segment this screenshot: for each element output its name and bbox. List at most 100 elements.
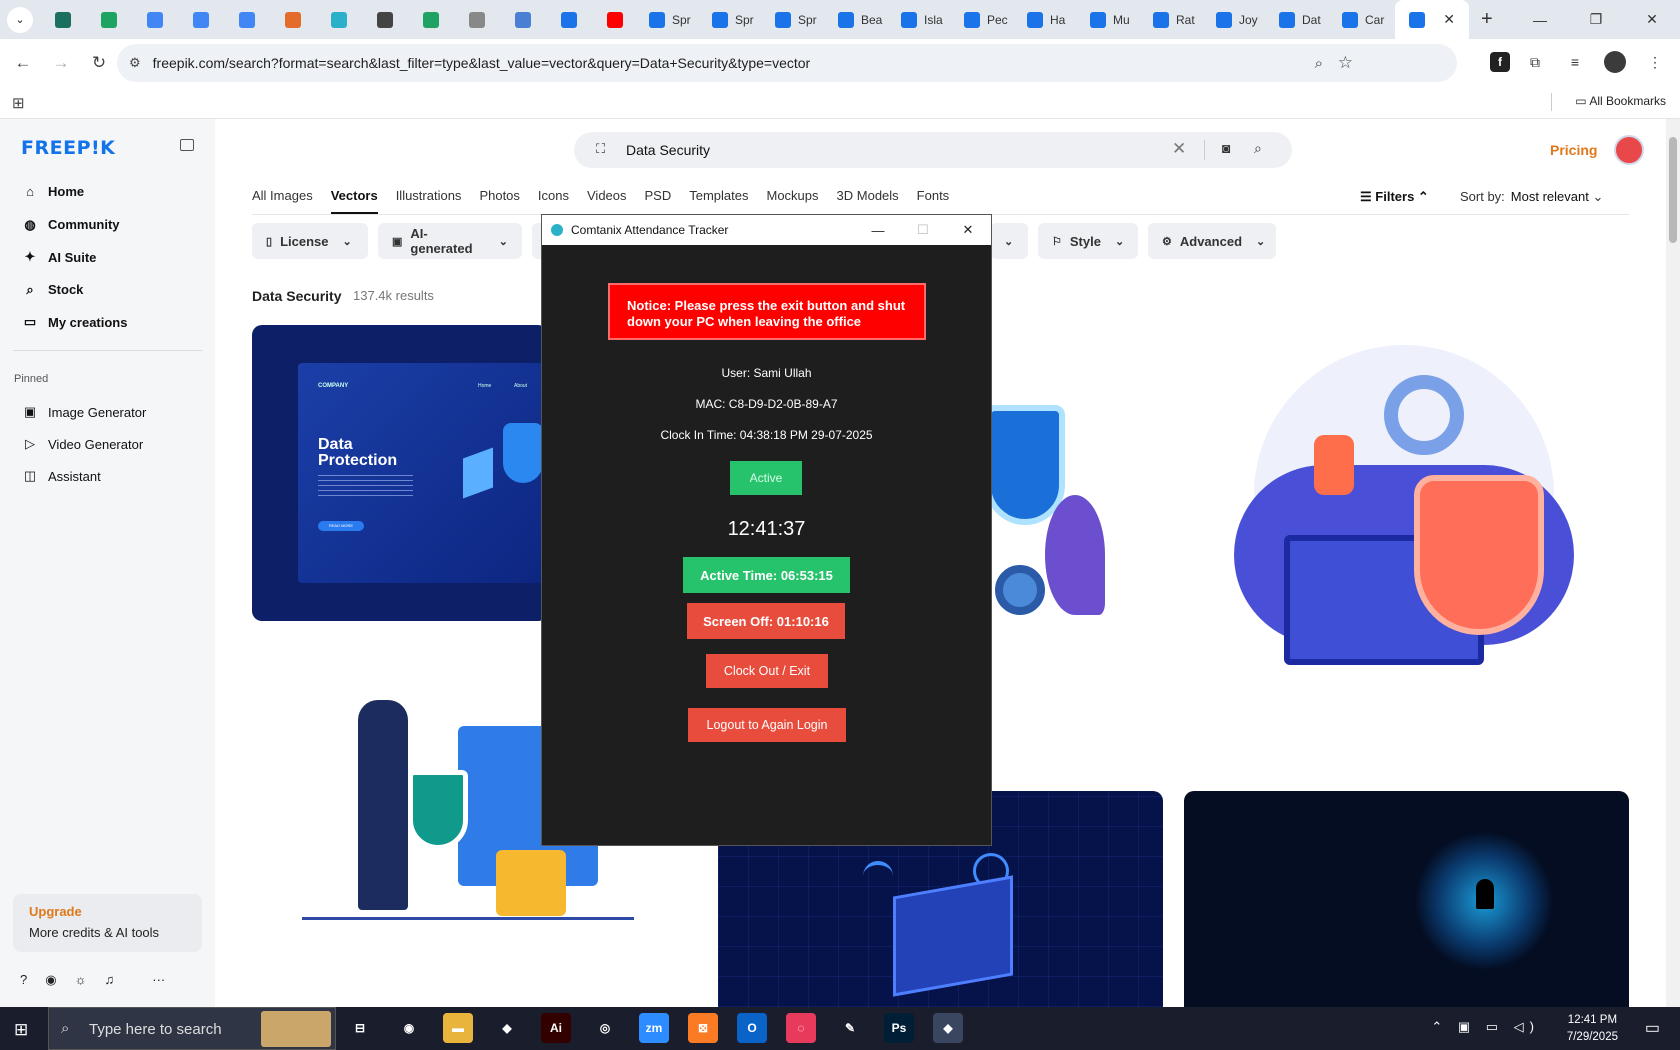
zoom-icon[interactable]: zm [639, 1013, 669, 1043]
theme-icon[interactable]: ☼ [75, 972, 87, 988]
tab-photos[interactable]: Photos [479, 188, 519, 214]
browser-tab[interactable] [593, 0, 639, 39]
logout-button[interactable]: Logout to Again Login [688, 708, 846, 742]
close-window-button[interactable]: ✕ [1624, 0, 1680, 39]
browser-tab[interactable] [41, 0, 87, 39]
address-bar[interactable]: ⚙ freepik.com/search?format=search&last_… [117, 44, 1457, 82]
zoom-icon[interactable]: ⌕ [1315, 55, 1323, 72]
close-tab-icon[interactable]: ✕ [1443, 11, 1455, 28]
restore-button[interactable]: ❐ [1568, 0, 1624, 39]
notification-icon[interactable]: ▭ [1645, 1018, 1660, 1038]
creative-cloud-icon[interactable]: ◌ [786, 1013, 816, 1043]
browser-tab[interactable] [501, 0, 547, 39]
browser-tab[interactable]: Isla [891, 0, 954, 39]
new-tab-button[interactable]: + [1481, 8, 1493, 31]
bookmark-star-icon[interactable]: ☆ [1338, 53, 1353, 73]
dialog-close-button[interactable]: ✕ [945, 215, 991, 245]
bell-icon[interactable]: ♫ [105, 972, 115, 988]
chrome-icon[interactable]: ◎ [590, 1013, 620, 1043]
back-button[interactable]: ← [6, 46, 40, 80]
browser-tab[interactable]: Spr [639, 0, 702, 39]
xampp-icon[interactable]: ⊠ [688, 1013, 718, 1043]
browser-tab[interactable] [317, 0, 363, 39]
dialog-minimize-button[interactable]: — [855, 215, 901, 245]
more-menu-icon[interactable]: ⋮ [1640, 47, 1670, 77]
sort-dropdown[interactable]: Sort by: Most relevant ⌄ [1460, 189, 1603, 205]
browser-tab[interactable]: Spr [765, 0, 828, 39]
browser-tab[interactable] [363, 0, 409, 39]
dialog-maximize-button[interactable]: ☐ [900, 215, 946, 245]
sidebar-item-community[interactable]: ◍ Community [22, 217, 119, 233]
browser-tab[interactable]: Car [1332, 0, 1395, 39]
windows-start-icon[interactable]: ⊞ [14, 1020, 28, 1040]
browser-tab[interactable] [409, 0, 455, 39]
browser-tab[interactable]: Rat [1143, 0, 1206, 39]
browser-tab[interactable]: Joy [1206, 0, 1269, 39]
task-view-icon[interactable]: ⊟ [345, 1013, 375, 1043]
browser-tab[interactable]: Dat [1269, 0, 1332, 39]
hidden-filter-chevron[interactable]: ⌄ [990, 223, 1028, 259]
site-settings-icon[interactable]: ⚙ [129, 55, 141, 71]
minimize-button[interactable]: — [1512, 0, 1568, 39]
ai-search-icon[interactable]: ⛶ [596, 141, 605, 157]
browser-tab[interactable]: Pec [954, 0, 1017, 39]
search-icon[interactable]: ⌕ [1254, 140, 1262, 157]
tab-all-images[interactable]: All Images [252, 188, 313, 214]
firefox-icon[interactable]: ◉ [394, 1013, 424, 1043]
tab-search-button[interactable]: ⌄ [7, 6, 33, 33]
tracker-icon[interactable]: ◆ [933, 1013, 963, 1043]
extensions-icon[interactable]: ⧉ [1520, 47, 1550, 77]
advanced-filter[interactable]: ⚙ Advanced ⌄ [1148, 223, 1276, 259]
camera-search-icon[interactable]: ◙ [1222, 140, 1230, 156]
tab-vectors[interactable]: Vectors [330, 188, 378, 214]
pen-icon[interactable]: ✎ [835, 1013, 865, 1043]
freepik-logo[interactable]: FREEP!K [21, 137, 115, 159]
scrollbar-thumb[interactable] [1669, 137, 1677, 243]
collapse-sidebar-icon[interactable] [180, 139, 194, 151]
more-icon[interactable]: ··· [152, 972, 165, 988]
profile-avatar[interactable] [1600, 47, 1630, 77]
sidebar-item-stock[interactable]: ⌕ Stock [22, 282, 83, 298]
sidebar-item-video-generator[interactable]: ▷ Video Generator [22, 436, 143, 452]
tab-icons[interactable]: Icons [538, 188, 569, 214]
browser-tab[interactable]: Bea [828, 0, 891, 39]
sidebar-item-ai-suite[interactable]: ✦ AI Suite [22, 249, 97, 265]
sidebar-item-my-creations[interactable]: ▭ My creations [22, 314, 128, 330]
illustrator-icon[interactable]: Ai [541, 1013, 571, 1043]
tab-3d-models[interactable]: 3D Models [837, 188, 899, 214]
taskbar-clock[interactable]: 12:41 PM 7/29/2025 [1567, 1012, 1618, 1046]
page-scrollbar[interactable] [1666, 119, 1680, 1007]
taskbar-search[interactable]: ⌕ Type here to search [48, 1007, 336, 1050]
browser-tab[interactable]: Mu [1080, 0, 1143, 39]
clear-search-icon[interactable]: ✕ [1172, 139, 1186, 159]
media-icon[interactable]: ≡ [1560, 47, 1590, 77]
browser-tab[interactable] [225, 0, 271, 39]
upgrade-card[interactable]: Upgrade More credits & AI tools [13, 894, 202, 952]
result-card-data-protection[interactable]: COMPANY Home About Data Protection READ … [252, 325, 548, 621]
sidebar-item-image-generator[interactable]: ▣ Image Generator [22, 404, 146, 420]
tray-icons[interactable]: ⌃ ▣ ▭ ◁) [1431, 1019, 1540, 1035]
forward-button[interactable]: → [44, 46, 78, 80]
pricing-link[interactable]: Pricing [1550, 142, 1597, 158]
browser-tab[interactable]: Spr [702, 0, 765, 39]
vscode-icon[interactable]: ◆ [492, 1013, 522, 1043]
photoshop-icon[interactable]: Ps [884, 1013, 914, 1043]
discord-icon[interactable]: ◉ [45, 972, 56, 988]
tab-active[interactable]: ✕ [1395, 0, 1469, 39]
file-explorer-icon[interactable]: ▬ [443, 1013, 473, 1043]
all-bookmarks-button[interactable]: ▭ All Bookmarks [1575, 94, 1666, 108]
tab-videos[interactable]: Videos [587, 188, 627, 214]
outlook-icon[interactable]: O [737, 1013, 767, 1043]
ai-generated-filter[interactable]: ▣ AI-generated ⌄ [378, 223, 522, 259]
license-filter[interactable]: ▯ License ⌄ [252, 223, 368, 259]
apps-grid-icon[interactable]: ⊞ [12, 94, 25, 112]
style-filter[interactable]: ⚐ Style ⌄ [1038, 223, 1138, 259]
clock-out-button[interactable]: Clock Out / Exit [706, 654, 828, 688]
filters-button[interactable]: ☰ Filters ⌃ [1360, 189, 1429, 205]
help-icon[interactable]: ? [20, 972, 27, 988]
tab-illustrations[interactable]: Illustrations [396, 188, 462, 214]
tab-fonts[interactable]: Fonts [917, 188, 950, 214]
search-bar[interactable]: ⛶ Data Security ✕ ◙ ⌕ [574, 132, 1292, 168]
sidebar-item-assistant[interactable]: ◫ Assistant [22, 468, 101, 484]
browser-tab[interactable] [87, 0, 133, 39]
